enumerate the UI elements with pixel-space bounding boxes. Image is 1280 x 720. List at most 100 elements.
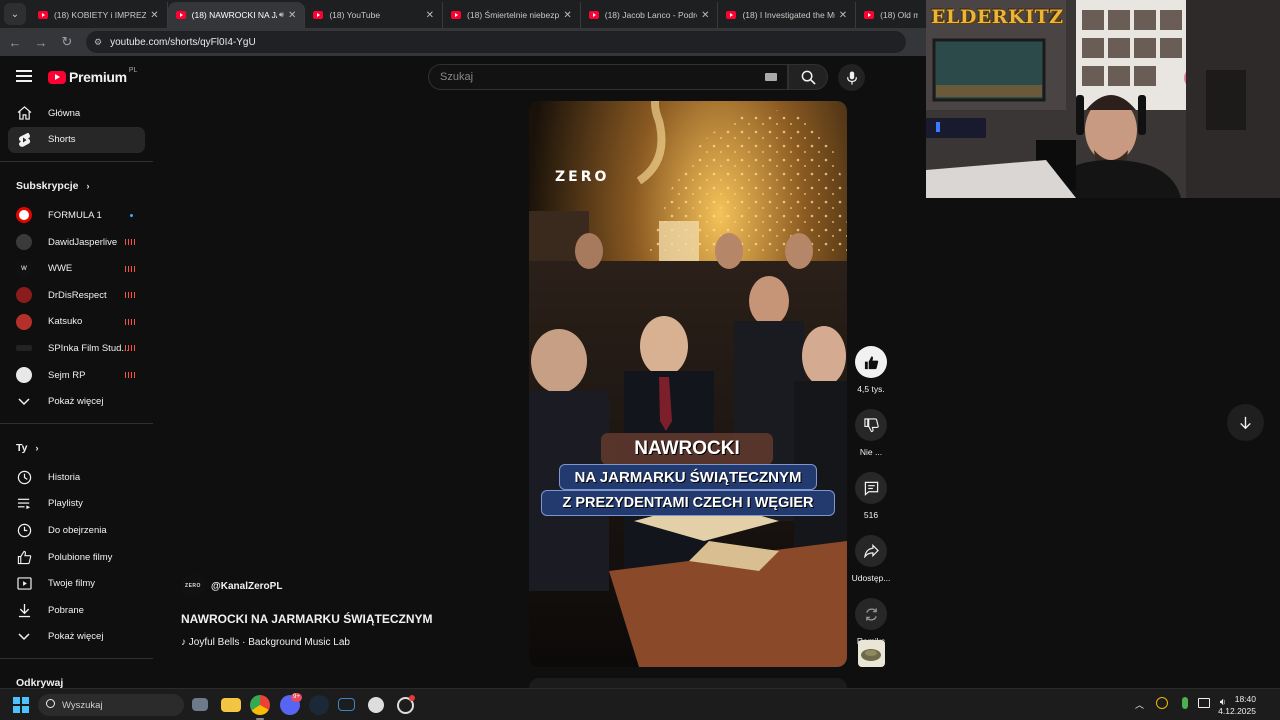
microphone-icon[interactable]: [1182, 697, 1188, 709]
windows-start-icon[interactable]: [13, 697, 29, 713]
explore-heading: Odkrywaj: [16, 677, 64, 688]
sidebar-item-home[interactable]: Główna: [0, 100, 153, 127]
xbox-app-icon[interactable]: [338, 698, 355, 711]
menu-icon[interactable]: [16, 70, 32, 85]
you-heading[interactable]: Ty ›: [0, 432, 153, 464]
comment-count: 516: [863, 510, 879, 520]
chevron-up-icon[interactable]: ︿: [1135, 698, 1144, 711]
next-short-button[interactable]: [1227, 404, 1264, 441]
comments-action: 516: [848, 472, 894, 520]
next-short-preview[interactable]: [529, 678, 847, 688]
clock[interactable]: 18:40 4.12.2025: [1218, 693, 1256, 717]
close-tab-icon[interactable]: ✕: [150, 10, 158, 21]
sidebar-item-playlists[interactable]: Playlisty: [0, 491, 153, 518]
browser-tab-active[interactable]: (18) NAWROCKI NA JA 🔊︎ ✕: [167, 2, 306, 28]
sidebar-item-drdisrespect[interactable]: DrDisRespect: [0, 282, 153, 309]
browser-tab[interactable]: (18) I Investigated the Mu ✕: [718, 2, 857, 28]
browser-tab[interactable]: (18) YouTube ✕: [305, 2, 444, 28]
sidebar-item-history[interactable]: Historia: [0, 464, 153, 491]
sidebar-item-downloads[interactable]: Pobrane: [0, 597, 153, 624]
close-tab-icon[interactable]: ✕: [839, 10, 847, 21]
channel-avatar[interactable]: ZERO: [181, 574, 205, 598]
youtube-favicon-icon: [37, 11, 48, 19]
sidebar-item-wwe[interactable]: W WWE: [0, 255, 153, 282]
like-count: 4,5 tys.: [857, 384, 885, 394]
watch-later-icon: [16, 522, 32, 538]
steam-icon[interactable]: [309, 695, 329, 715]
music-link[interactable]: ♪ Joyful Bells · Background Music Lab: [181, 637, 511, 648]
voice-search-button[interactable]: [838, 64, 865, 91]
share-button[interactable]: [855, 535, 887, 567]
your-videos-icon: [16, 576, 32, 592]
home-icon: [16, 105, 32, 121]
playlist-icon: [16, 496, 32, 512]
dislike-action: Nie ...: [848, 409, 894, 457]
comments-button[interactable]: [855, 472, 887, 504]
browser-tab[interactable]: (18) Jacob Lanco - Podróż ✕: [581, 2, 719, 28]
sidebar-show-more-you[interactable]: Pokaż więcej: [0, 624, 153, 651]
like-action: 4,5 tys.: [848, 346, 894, 394]
sidebar-item-katsuko[interactable]: Katsuko: [0, 309, 153, 336]
close-tab-icon[interactable]: ✕: [701, 10, 709, 21]
remix-icon: [865, 607, 877, 621]
close-tab-icon[interactable]: ✕: [288, 10, 296, 21]
close-tab-icon[interactable]: ✕: [426, 10, 434, 21]
sidebar-show-more-subscriptions[interactable]: Pokaż więcej: [0, 388, 153, 415]
audio-thumbnail[interactable]: [858, 640, 885, 667]
like-button[interactable]: [855, 346, 887, 378]
remix-button[interactable]: [855, 598, 887, 630]
sidebar-item-shorts[interactable]: Shorts: [8, 126, 145, 154]
network-icon[interactable]: [1198, 698, 1210, 708]
subscriptions-heading[interactable]: Subskrypcje ›: [0, 170, 153, 202]
new-content-dot: [130, 213, 133, 217]
youtube-logo[interactable]: Premium PL: [48, 67, 137, 85]
reload-icon[interactable]: ↻: [56, 34, 78, 50]
live-icon: [125, 345, 135, 352]
chevron-right-icon: ›: [35, 442, 39, 453]
dislike-button[interactable]: [855, 409, 887, 441]
avatar: [16, 367, 32, 384]
youtube-favicon-icon: [451, 11, 462, 19]
site-info-icon[interactable]: ⚙︎: [94, 37, 102, 48]
short-video-player[interactable]: ZERO NAWROCKI NA JARMARKU ŚWIĄTECZNYM Z …: [529, 101, 847, 667]
webcam-overlay: ELDERKITZ: [926, 0, 1280, 198]
youtube-favicon-icon: [313, 11, 324, 19]
browser-tab[interactable]: (18) Śmiertelnie niebezpie ✕: [443, 2, 581, 28]
caption-line-2: NA JARMARKU ŚWIĄTECZNYM: [559, 464, 817, 490]
sidebar-item-dawidjasperlive[interactable]: DawidJasperlive: [0, 229, 153, 256]
sidebar-item-formula-1[interactable]: FORMULA 1: [0, 202, 153, 229]
streamer-logo: ELDERKITZ: [931, 6, 1064, 28]
browser-tab[interactable]: (18) Old man: [856, 2, 926, 28]
search-button[interactable]: [788, 64, 828, 90]
avatar: W: [16, 260, 32, 277]
thumb-down-icon: [863, 417, 879, 432]
sync-icon[interactable]: [1156, 697, 1168, 709]
channel-link[interactable]: ZERO @KanalZeroPL: [181, 574, 511, 598]
address-bar[interactable]: ⚙︎ youtube.com/shorts/qyFl0I4-YgU: [86, 31, 906, 53]
sidebar-item-sejm-rp[interactable]: Sejm RP: [0, 362, 153, 389]
sidebar-item-liked-videos[interactable]: Polubione filmy: [0, 544, 153, 571]
share-icon: [863, 544, 879, 558]
back-icon[interactable]: ←: [4, 35, 26, 50]
close-tab-icon[interactable]: ✕: [563, 10, 571, 21]
forward-icon[interactable]: →: [30, 35, 52, 50]
keyboard-icon[interactable]: [765, 73, 777, 81]
taskbar: Wyszukaj 9+ ︿ 🔉︎ 18:40 4.12.2025: [0, 688, 1280, 720]
file-explorer-icon[interactable]: [221, 698, 241, 712]
sidebar-item-watch-later[interactable]: Do obejrzenia: [0, 517, 153, 544]
live-icon: [125, 318, 135, 325]
sidebar-item-spinka-film[interactable]: SPInka Film Stud...: [0, 335, 153, 362]
channel-name[interactable]: @KanalZeroPL: [211, 581, 282, 592]
short-title: NAWROCKI NA JARMARKU ŚWIĄTECZNYM: [181, 612, 433, 626]
search-input[interactable]: Szukaj: [428, 64, 788, 90]
taskbar-search-input[interactable]: Wyszukaj: [38, 694, 184, 716]
chrome-icon[interactable]: [250, 695, 270, 715]
speaker-icon[interactable]: 🔊︎: [279, 10, 284, 20]
sidebar-item-your-videos[interactable]: Twoje filmy: [0, 570, 153, 597]
tab-search-menu-button[interactable]: ⌄: [4, 3, 26, 25]
browser-tab[interactable]: (18) KOBIETY i IMPREZY w✕: [30, 2, 168, 28]
obs-icon[interactable]: [368, 697, 384, 713]
microphone-icon: [846, 70, 857, 85]
task-view-icon[interactable]: [192, 698, 208, 711]
dislike-label: Nie ...: [859, 447, 883, 457]
